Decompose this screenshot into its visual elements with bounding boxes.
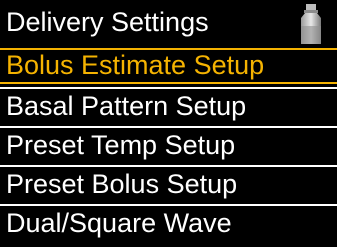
header: Delivery Settings <box>0 0 337 48</box>
menu-item-bolus-estimate-setup[interactable]: Bolus Estimate Setup <box>0 48 337 84</box>
pump-screen: Delivery Settings Bolus Estimate Setup B… <box>0 0 337 247</box>
page-title: Delivery Settings <box>6 7 209 37</box>
menu-item-preset-bolus-setup[interactable]: Preset Bolus Setup <box>0 165 337 201</box>
menu-item-preset-temp-setup[interactable]: Preset Temp Setup <box>0 126 337 162</box>
menu-item-basal-pattern-setup[interactable]: Basal Pattern Setup <box>0 87 337 123</box>
settings-menu: Bolus Estimate Setup Basal Pattern Setup… <box>0 48 337 243</box>
menu-item-dual-square-wave[interactable]: Dual/Square Wave <box>0 204 337 240</box>
vial-icon <box>291 2 331 46</box>
